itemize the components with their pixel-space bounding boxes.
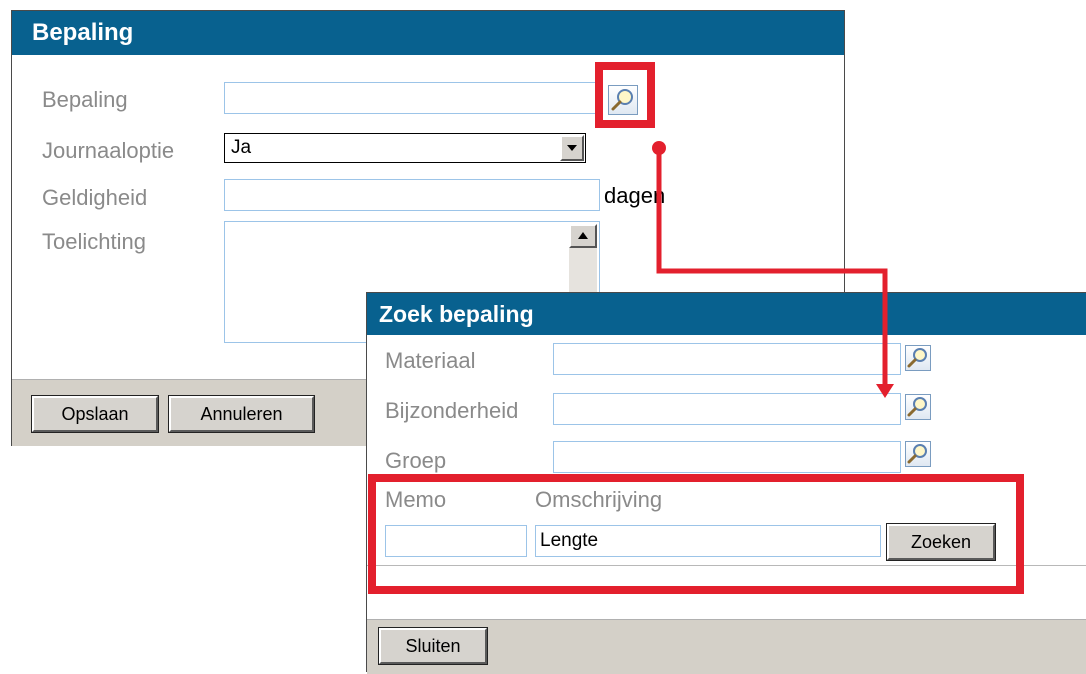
geldigheid-unit: dagen (604, 183, 666, 208)
materiaal-lookup-button[interactable] (905, 345, 931, 371)
toelichting-label: Toelichting (42, 229, 146, 254)
scroll-up-button[interactable] (569, 224, 597, 248)
triangle-down-icon (567, 145, 577, 151)
materiaal-input[interactable] (553, 343, 901, 375)
lookup-highlight-box (595, 62, 655, 128)
bepaling-input[interactable] (224, 82, 600, 114)
zoek-dialog-footer: Sluiten (367, 619, 1086, 674)
dropdown-button[interactable] (560, 135, 584, 161)
bijzonderheid-label: Bijzonderheid (385, 398, 519, 423)
journaaloptie-label: Journaaloptie (42, 138, 175, 163)
groep-label: Groep (385, 448, 447, 473)
bepaling-dialog-title-text: Bepaling (32, 19, 134, 46)
search-fields-highlight-box (368, 474, 1024, 594)
zoek-dialog-title-text: Zoek bepaling (379, 301, 534, 327)
zoek-dialog-title: Zoek bepaling (367, 293, 1086, 335)
close-button[interactable]: Sluiten (378, 627, 488, 665)
magnifier-icon (907, 444, 927, 464)
groep-input[interactable] (553, 441, 901, 473)
journaaloptie-value: Ja (231, 137, 252, 158)
bepaling-dialog-title: Bepaling (12, 11, 844, 55)
geldigheid-label: Geldigheid (42, 185, 148, 210)
groep-lookup-button[interactable] (905, 441, 931, 467)
materiaal-label: Materiaal (385, 348, 476, 373)
save-button[interactable]: Opslaan (31, 395, 159, 433)
magnifier-icon (907, 348, 927, 368)
magnifier-icon (907, 397, 927, 417)
bijzonderheid-input[interactable] (553, 393, 901, 425)
triangle-up-icon (578, 232, 588, 239)
cancel-button[interactable]: Annuleren (168, 395, 315, 433)
bijzonderheid-lookup-button[interactable] (905, 394, 931, 420)
geldigheid-input[interactable] (224, 179, 600, 211)
journaaloptie-select[interactable]: Ja (224, 133, 586, 163)
bepaling-label: Bepaling (42, 87, 128, 112)
